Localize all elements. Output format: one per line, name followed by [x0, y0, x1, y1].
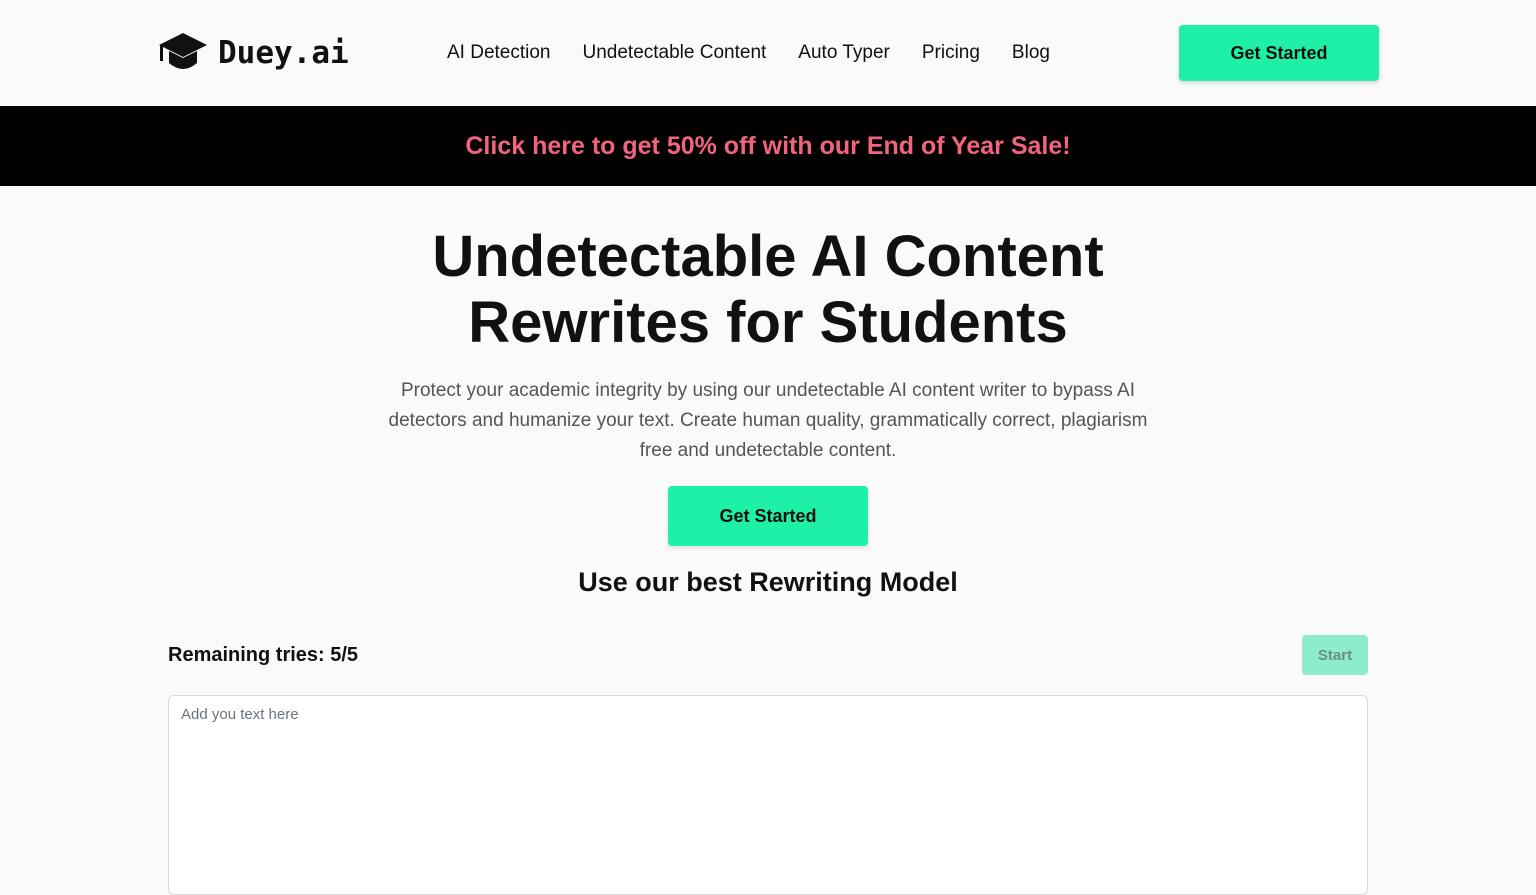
promo-sale-link[interactable]: Click here to get 50% off with our End o… — [465, 132, 1070, 161]
nav-link-undetectable-content[interactable]: Undetectable Content — [583, 40, 767, 66]
header-get-started-button[interactable]: Get Started — [1179, 25, 1379, 81]
rewriter-section-title: Use our best Rewriting Model — [578, 567, 958, 597]
nav-link-blog[interactable]: Blog — [1012, 40, 1050, 66]
hero-get-started-button[interactable]: Get Started — [668, 486, 868, 546]
site-header: Duey.ai AI Detection Undetectable Conten… — [0, 0, 1536, 106]
graduation-cap-icon — [159, 33, 207, 69]
logo-link[interactable]: Duey.ai — [158, 31, 349, 75]
nav-link-auto-typer[interactable]: Auto Typer — [798, 40, 890, 66]
logo-text: Duey.ai — [218, 35, 349, 71]
hero-subtitle: Protect your academic integrity by using… — [388, 380, 1148, 461]
rewrite-text-input[interactable] — [168, 695, 1368, 895]
promo-banner: Click here to get 50% off with our End o… — [0, 106, 1536, 186]
hero-title: Undetectable AI Content Rewrites for Stu… — [432, 224, 1104, 355]
nav-link-pricing[interactable]: Pricing — [922, 40, 980, 66]
start-button[interactable]: Start — [1302, 635, 1368, 675]
nav-link-ai-detection[interactable]: AI Detection — [447, 40, 551, 66]
remaining-tries-label: Remaining tries: 5/5 — [168, 644, 359, 666]
main-nav: AI Detection Undetectable Content Auto T… — [447, 40, 1050, 66]
